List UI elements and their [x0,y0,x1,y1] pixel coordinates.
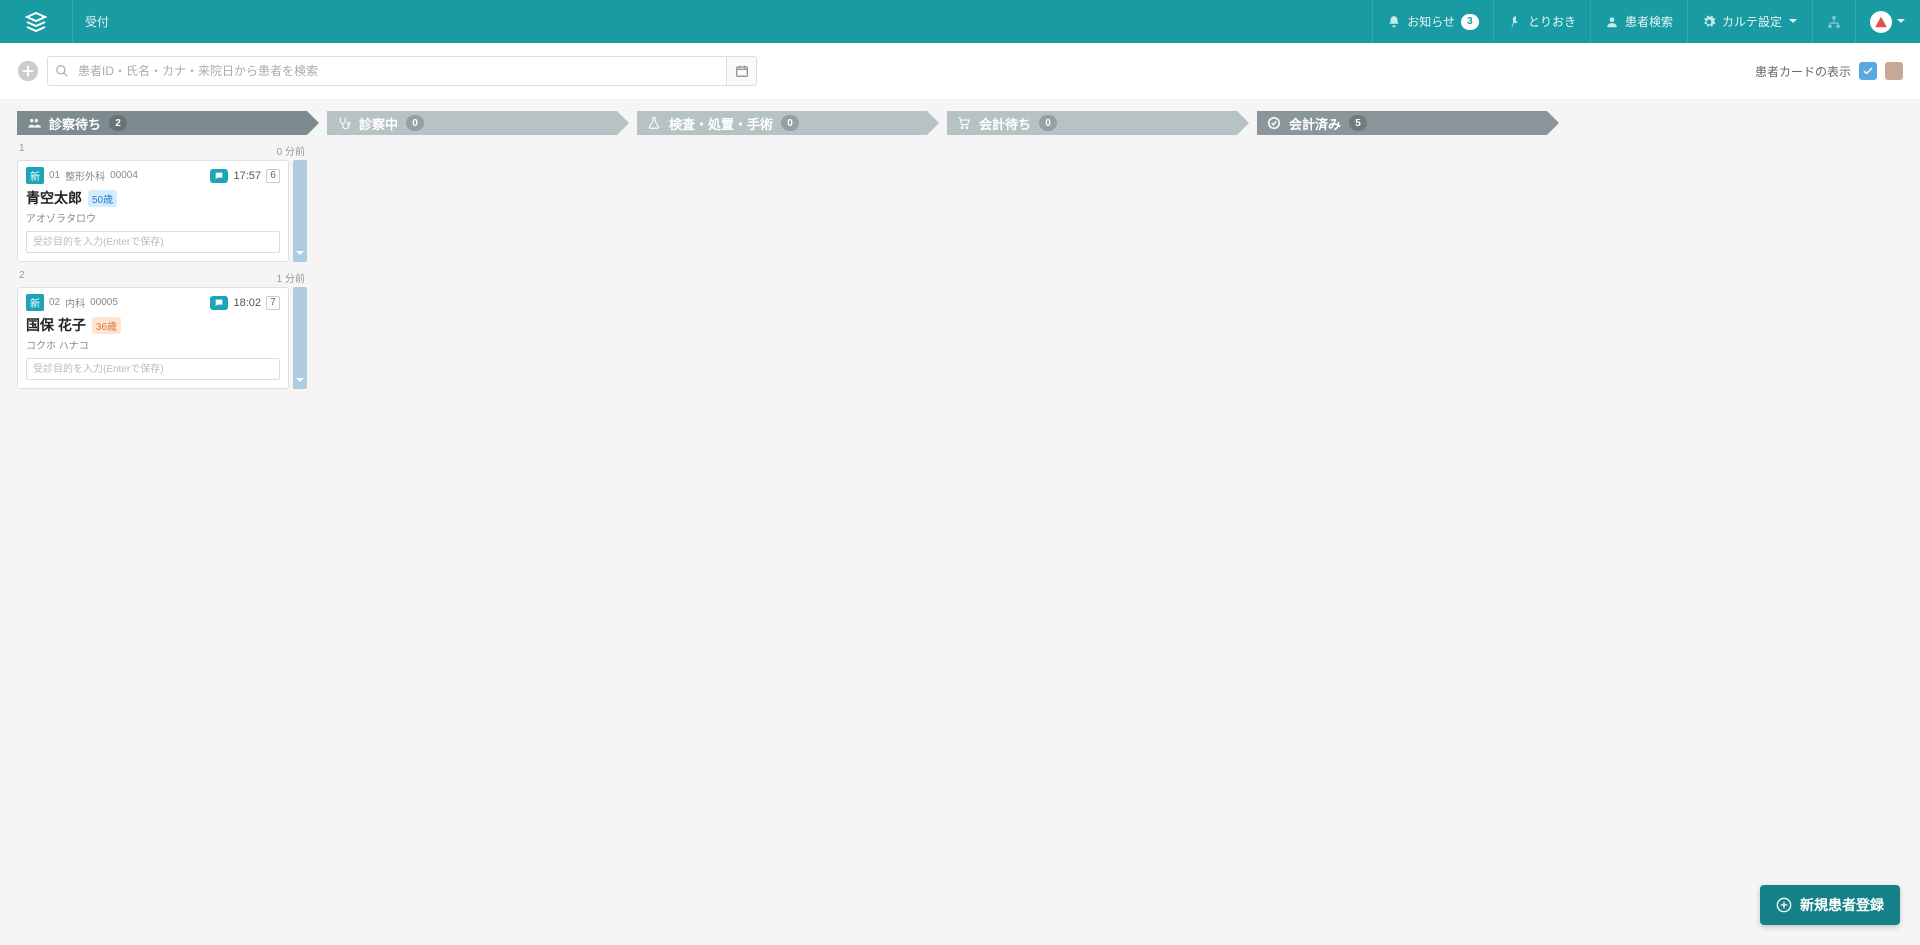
new-tag: 新 [26,167,44,184]
toolbar: 患者カードの表示 [0,43,1920,100]
new-tag: 新 [26,294,44,311]
card-age: 36歳 [92,317,121,334]
card-display-toggle: 患者カードの表示 [1755,62,1903,80]
card-kana: コクホ ハナコ [26,337,280,352]
chevron-down-icon [1788,15,1798,29]
column-label: 会計待ち [979,114,1031,133]
patient-card[interactable]: 新 02 内科 00005 18:02 7 国保 花子 36歳コクホ ハナコ [17,287,307,389]
column-count: 0 [1039,115,1057,131]
flask-icon [647,116,661,130]
column-procedure: 検査・処置・手術 0 [637,111,927,135]
bell-icon [1387,15,1401,29]
purpose-input[interactable] [26,231,280,253]
column-payment-waiting: 会計待ち 0 [947,111,1237,135]
nav-settings[interactable]: カルテ設定 [1687,0,1812,43]
gear-icon [1702,15,1716,29]
card-seq: 02 [49,297,60,308]
new-patient-button[interactable]: 新規患者登録 [1760,885,1900,925]
color-swatch[interactable] [1885,62,1903,80]
check-icon [1267,116,1281,130]
nav-pin-label: とりおき [1528,13,1576,30]
card-index: 2 [19,270,25,285]
card-kana: アオゾラタロウ [26,210,280,225]
chevron-down-icon [295,248,305,258]
users-icon [27,116,41,130]
card-expand-handle[interactable] [293,160,307,262]
column-count: 0 [406,115,424,131]
column-count: 5 [1349,115,1367,131]
card-toggle-label: 患者カードの表示 [1755,63,1851,80]
card-elapsed: 0 分前 [277,143,305,158]
plus-circle-icon [1776,897,1792,913]
card-pid: 00004 [110,170,138,181]
nav-notice[interactable]: お知らせ 3 [1372,0,1493,43]
fab-label: 新規患者登録 [1800,895,1884,915]
column-count: 0 [781,115,799,131]
page-title: 受付 [73,13,121,30]
person-icon [1605,15,1619,29]
cart-icon [957,116,971,130]
column-label: 検査・処置・手術 [669,114,773,133]
calendar-icon [735,64,749,78]
nav-org[interactable] [1812,0,1855,43]
card-time: 18:02 [233,297,261,309]
app-header: 受付 お知らせ 3 とりおき 患者検索 カルテ設定 [0,0,1920,43]
board: 診察待ち 2 1 0 分前新 01 整形外科 00004 17:57 6 青空太郎 50歳アオゾラタ… [0,100,1920,400]
avatar [1870,11,1892,33]
column-label: 診察待ち [49,114,101,133]
sitemap-icon [1827,15,1841,29]
nav-search-label: 患者検索 [1625,13,1673,30]
card-index: 1 [19,143,25,158]
card-num: 7 [266,296,280,310]
column-header[interactable]: 会計済み 5 [1257,111,1547,135]
column-payment-done: 会計済み 5 [1257,111,1547,135]
calendar-button[interactable] [727,56,757,86]
search-input[interactable] [47,56,727,86]
card-time: 17:57 [233,170,261,182]
stethoscope-icon [337,116,351,130]
card-toggle-check[interactable] [1859,62,1877,80]
add-icon[interactable] [17,60,39,82]
card-name: 青空太郎 [26,188,82,208]
pin-icon [1508,15,1522,29]
search-icon [55,64,69,78]
nav-pin[interactable]: とりおき [1493,0,1590,43]
column-in-exam: 診察中 0 [327,111,617,135]
card-dept: 整形外科 [65,168,105,183]
column-label: 診察中 [359,114,398,133]
card-elapsed: 1 分前 [277,270,305,285]
card-age: 50歳 [88,190,117,207]
nav-notice-count: 3 [1461,14,1479,30]
nav-user-menu[interactable] [1855,0,1920,43]
patient-card[interactable]: 新 01 整形外科 00004 17:57 6 青空太郎 50歳アオゾラタロウ [17,160,307,262]
comment-icon[interactable] [210,169,228,183]
card-seq: 01 [49,170,60,181]
nav-patient-search[interactable]: 患者検索 [1590,0,1687,43]
column-waiting: 診察待ち 2 1 0 分前新 01 整形外科 00004 17:57 6 青空太郎 50歳アオゾラタ… [17,111,307,389]
column-label: 会計済み [1289,114,1341,133]
nav-settings-label: カルテ設定 [1722,13,1782,30]
purpose-input[interactable] [26,358,280,380]
chevron-down-icon [295,375,305,385]
card-pid: 00005 [90,297,118,308]
chevron-down-icon [1896,15,1906,29]
nav-notice-label: お知らせ [1407,13,1455,30]
column-header[interactable]: 会計待ち 0 [947,111,1237,135]
column-header[interactable]: 診察待ち 2 [17,111,307,135]
card-name: 国保 花子 [26,315,86,335]
card-num: 6 [266,169,280,183]
card-dept: 内科 [65,295,85,310]
column-header[interactable]: 検査・処置・手術 0 [637,111,927,135]
column-count: 2 [109,115,127,131]
logo[interactable] [0,0,73,43]
comment-icon[interactable] [210,296,228,310]
card-expand-handle[interactable] [293,287,307,389]
column-header[interactable]: 診察中 0 [327,111,617,135]
search-group [47,56,757,86]
